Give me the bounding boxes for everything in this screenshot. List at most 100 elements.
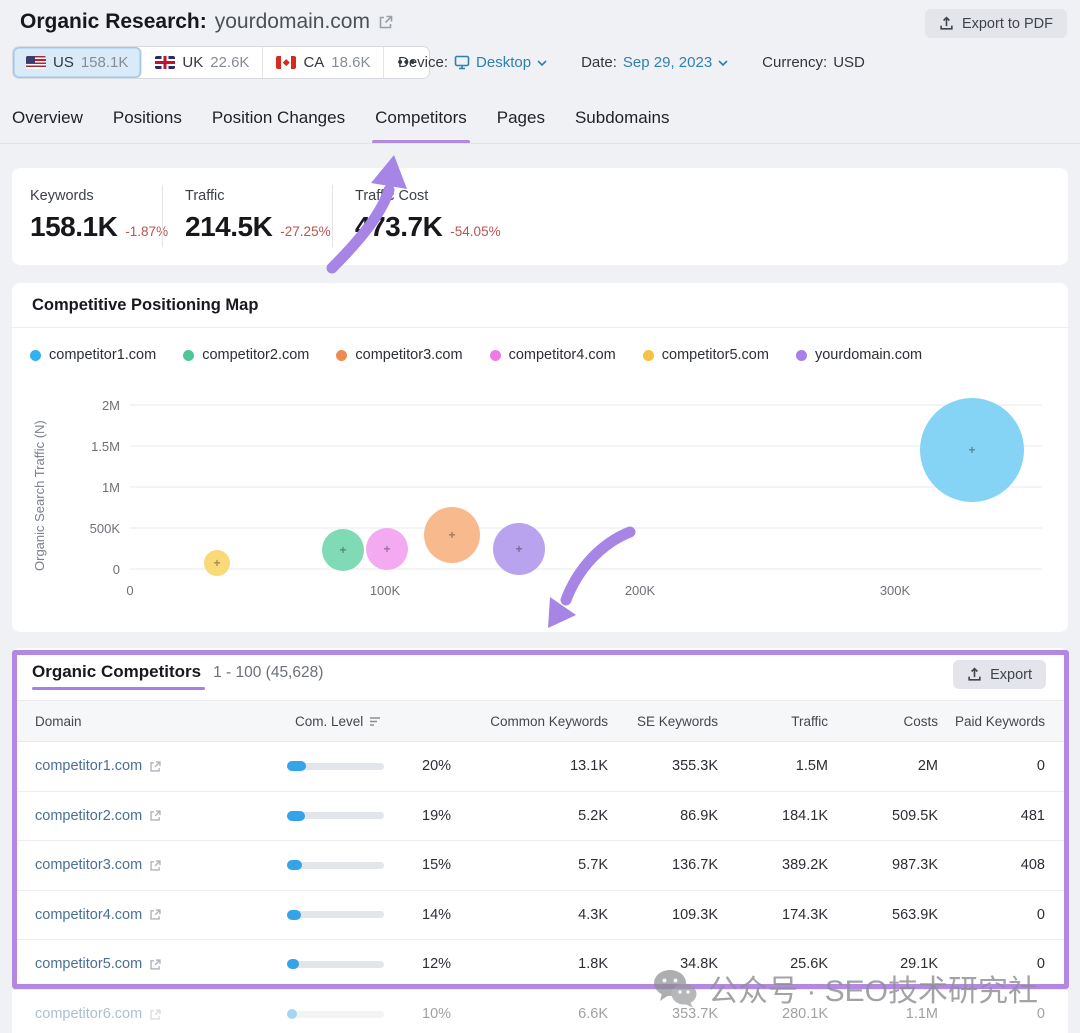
legend-label: competitor2.com bbox=[202, 347, 309, 363]
chevron-down-icon bbox=[718, 60, 728, 66]
common-keywords-cell[interactable]: 5.7K bbox=[448, 841, 608, 891]
legend-item[interactable]: competitor2.com bbox=[183, 347, 309, 363]
domain-link[interactable]: competitor6.com bbox=[35, 1006, 162, 1022]
divider bbox=[12, 327, 1068, 328]
com-level-percent: 12% bbox=[392, 940, 448, 990]
tab-subdomains[interactable]: Subdomains bbox=[575, 108, 670, 142]
tab-pages[interactable]: Pages bbox=[497, 108, 545, 142]
country-tabs: US 158.1K UK 22.6K CA 18.6K ••• bbox=[12, 46, 430, 79]
svg-text:1M: 1M bbox=[102, 480, 120, 495]
domain-link[interactable]: competitor5.com bbox=[35, 956, 162, 972]
external-link-icon[interactable] bbox=[378, 14, 394, 30]
external-link-icon[interactable] bbox=[149, 958, 162, 971]
external-link-icon[interactable] bbox=[149, 859, 162, 872]
stat-label: Traffic bbox=[185, 188, 331, 204]
external-link-icon[interactable] bbox=[149, 809, 162, 822]
export-to-pdf-button[interactable]: Export to PDF bbox=[925, 9, 1067, 38]
export-table-button[interactable]: Export bbox=[953, 660, 1046, 689]
se-keywords-cell[interactable]: 136.7K bbox=[608, 841, 718, 891]
se-keywords-cell[interactable]: 86.9K bbox=[608, 791, 718, 841]
stat-delta: -27.25% bbox=[280, 224, 330, 239]
se-keywords-cell[interactable]: 355.3K bbox=[608, 742, 718, 792]
domain-cell: competitor2.com bbox=[12, 791, 272, 841]
table-row: competitor4.com14%4.3K109.3K174.3K563.9K… bbox=[12, 890, 1068, 940]
domain-link[interactable]: competitor3.com bbox=[35, 857, 162, 873]
legend-item[interactable]: yourdomain.com bbox=[796, 347, 922, 363]
stat-value: 158.1K bbox=[30, 211, 117, 243]
table-header-row: Domain Com. Level Common Keywords SE Key… bbox=[12, 701, 1068, 742]
com-level-percent: 20% bbox=[392, 742, 448, 792]
external-link-icon[interactable] bbox=[149, 760, 162, 773]
tab-competitors[interactable]: Competitors bbox=[375, 108, 467, 142]
col-se-keywords[interactable]: SE Keywords bbox=[608, 701, 718, 742]
col-paid-keywords[interactable]: Paid Keywords bbox=[938, 701, 1068, 742]
svg-text:0: 0 bbox=[126, 583, 133, 598]
costs-cell: 563.9K bbox=[828, 890, 938, 940]
paid-keywords-cell[interactable]: 481 bbox=[938, 791, 1068, 841]
se-keywords-cell[interactable]: 109.3K bbox=[608, 890, 718, 940]
common-keywords-cell[interactable]: 4.3K bbox=[448, 890, 608, 940]
currency-display: Currency: USD bbox=[762, 54, 865, 71]
legend-item[interactable]: competitor4.com bbox=[490, 347, 616, 363]
country-count: 18.6K bbox=[331, 54, 370, 71]
map-title: Competitive Positioning Map bbox=[32, 296, 258, 315]
table-title: Organic Competitors bbox=[32, 662, 201, 690]
legend-item[interactable]: competitor3.com bbox=[336, 347, 462, 363]
country-count: 158.1K bbox=[81, 54, 129, 71]
common-keywords-cell[interactable]: 6.6K bbox=[448, 989, 608, 1033]
country-count: 22.6K bbox=[210, 54, 249, 71]
com-level-bar-cell bbox=[272, 940, 392, 990]
chart-legend: competitor1.com competitor2.com competit… bbox=[30, 347, 922, 363]
col-traffic[interactable]: Traffic bbox=[718, 701, 828, 742]
svg-text:0: 0 bbox=[113, 562, 120, 577]
table-row: competitor2.com19%5.2K86.9K184.1K509.5K4… bbox=[12, 791, 1068, 841]
legend-item[interactable]: competitor5.com bbox=[643, 347, 769, 363]
bubble-chart: 2M 1.5M 1M 500K 0 0 100K 200K 300K Organ… bbox=[30, 393, 1050, 607]
external-link-icon[interactable] bbox=[149, 908, 162, 921]
common-keywords-cell[interactable]: 1.8K bbox=[448, 940, 608, 990]
col-common-keywords[interactable]: Common Keywords bbox=[448, 701, 608, 742]
legend-dot bbox=[30, 350, 41, 361]
common-keywords-cell[interactable]: 13.1K bbox=[448, 742, 608, 792]
external-link-icon[interactable] bbox=[149, 1008, 162, 1021]
currency-label: Currency: bbox=[762, 54, 827, 71]
tab-position-changes[interactable]: Position Changes bbox=[212, 108, 345, 142]
svg-text:200K: 200K bbox=[625, 583, 656, 598]
stat-label: Keywords bbox=[30, 188, 168, 204]
divider bbox=[332, 185, 333, 247]
svg-text:100K: 100K bbox=[370, 583, 401, 598]
col-com-level[interactable]: Com. Level bbox=[272, 701, 448, 742]
stat-value: 214.5K bbox=[185, 211, 272, 243]
domain-cell: competitor3.com bbox=[12, 841, 272, 891]
date-filter[interactable]: Date: Sep 29, 2023 bbox=[581, 54, 728, 71]
organic-research-page: Organic Research: yourdomain.com Export … bbox=[0, 0, 1080, 1033]
common-keywords-cell[interactable]: 5.2K bbox=[448, 791, 608, 841]
country-tab-uk[interactable]: UK 22.6K bbox=[142, 47, 263, 78]
domain-link[interactable]: competitor1.com bbox=[35, 758, 162, 774]
legend-item[interactable]: competitor1.com bbox=[30, 347, 156, 363]
domain-link[interactable]: competitor4.com bbox=[35, 907, 162, 923]
domain-link[interactable]: competitor2.com bbox=[35, 808, 162, 824]
summary-stats-card: Keywords 158.1K -1.87% Traffic 214.5K -2… bbox=[12, 168, 1068, 265]
date-label: Date: bbox=[581, 54, 617, 71]
paid-keywords-cell[interactable]: 408 bbox=[938, 841, 1068, 891]
bubble-marker: + bbox=[213, 556, 220, 570]
competitive-positioning-map-card: Competitive Positioning Map competitor1.… bbox=[12, 283, 1068, 632]
com-level-percent: 14% bbox=[392, 890, 448, 940]
com-level-bar-cell bbox=[272, 742, 392, 792]
costs-cell: 2M bbox=[828, 742, 938, 792]
stat-traffic-cost: Traffic Cost 473.7K -54.05% bbox=[355, 188, 501, 243]
tab-positions[interactable]: Positions bbox=[113, 108, 182, 142]
country-tab-ca[interactable]: CA 18.6K bbox=[263, 47, 384, 78]
country-tab-us[interactable]: US 158.1K bbox=[13, 47, 142, 78]
com-level-bar bbox=[287, 961, 384, 968]
tab-overview[interactable]: Overview bbox=[12, 108, 83, 142]
device-filter[interactable]: Device: Desktop bbox=[398, 54, 547, 71]
date-value: Sep 29, 2023 bbox=[623, 54, 712, 71]
svg-text:2M: 2M bbox=[102, 398, 120, 413]
svg-text:500K: 500K bbox=[90, 521, 121, 536]
traffic-cell: 389.2K bbox=[718, 841, 828, 891]
col-domain[interactable]: Domain bbox=[12, 701, 272, 742]
com-level-bar-cell bbox=[272, 989, 392, 1033]
col-costs[interactable]: Costs bbox=[828, 701, 938, 742]
